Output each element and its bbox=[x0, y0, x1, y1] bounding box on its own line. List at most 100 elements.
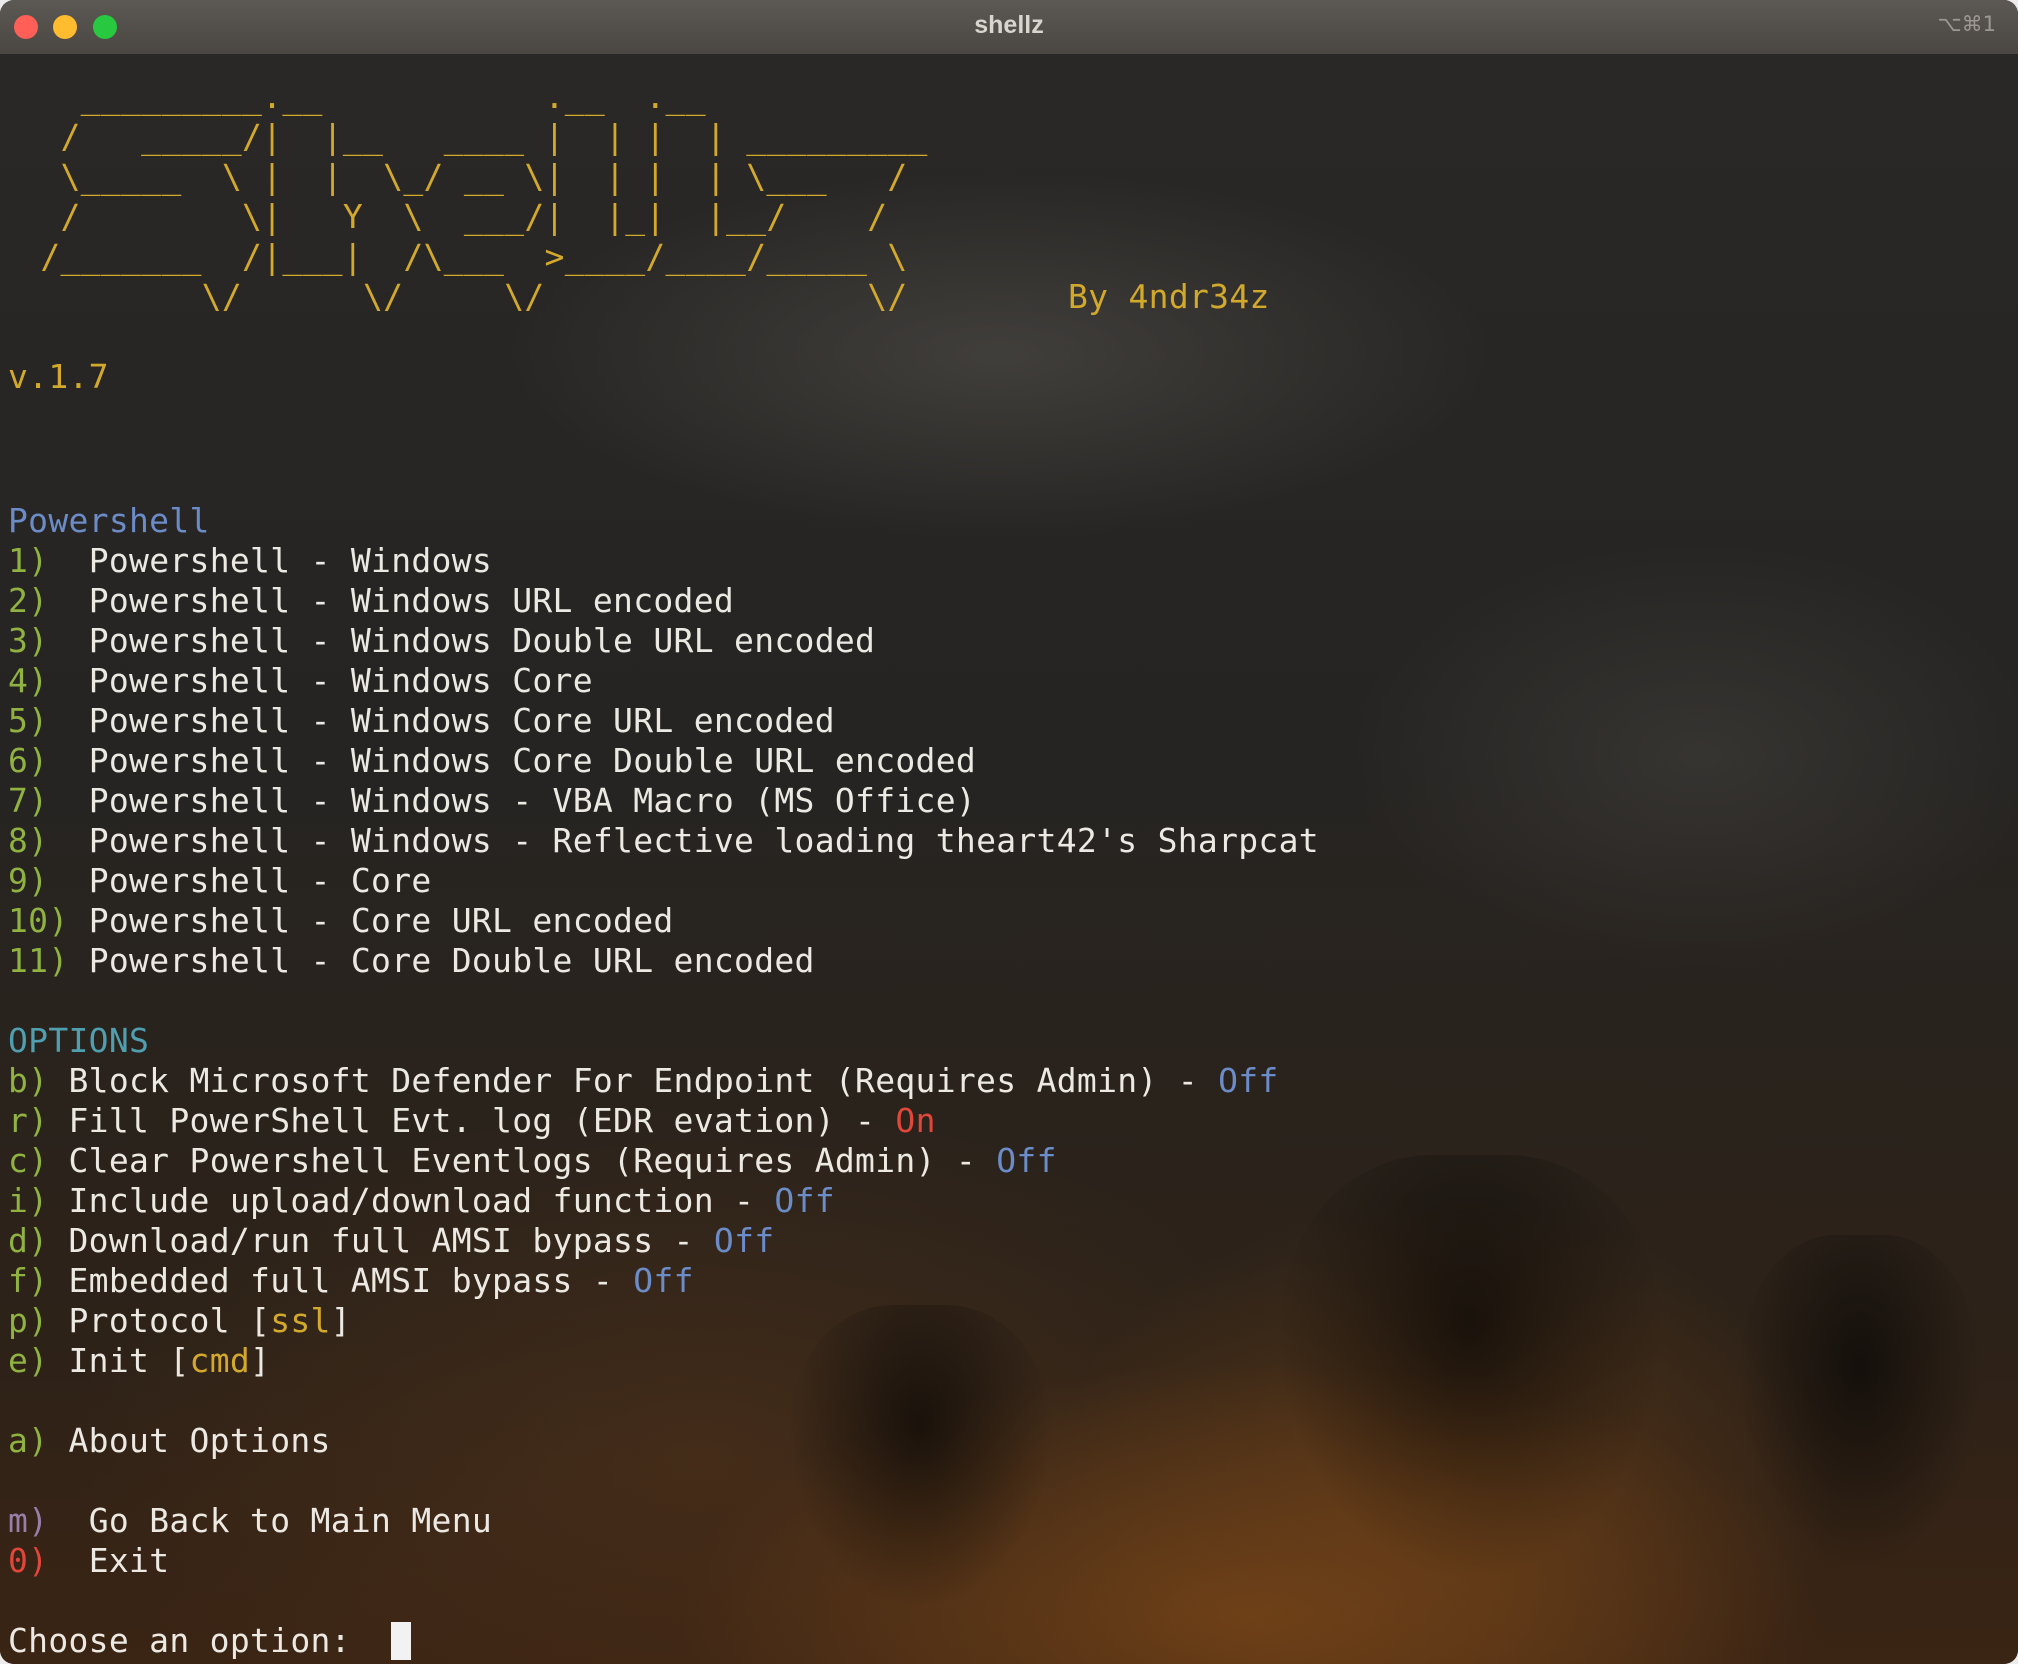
powershell-menu-item[interactable]: 4) Powershell - Windows Core bbox=[8, 661, 593, 701]
menu-label: Embedded full AMSI bypass bbox=[68, 1261, 573, 1300]
menu-label: Powershell - Windows bbox=[88, 541, 493, 580]
powershell-menu-item[interactable]: 5) Powershell - Windows Core URL encoded bbox=[8, 701, 835, 741]
toggle-state: Off bbox=[633, 1261, 694, 1300]
powershell-menu-item[interactable]: 2) Powershell - Windows URL encoded bbox=[8, 581, 734, 621]
background-ship-shape bbox=[790, 1305, 1050, 1605]
menu-label: Powershell - Windows - Reflective loadin… bbox=[88, 821, 1319, 860]
menu-label: Powershell - Windows Core bbox=[88, 661, 593, 700]
menu-label: Clear Powershell Eventlogs (Requires Adm… bbox=[68, 1141, 936, 1180]
option-toggle-item[interactable]: d) Download/run full AMSI bypass - Off bbox=[8, 1221, 774, 1261]
menu-label: Init bbox=[68, 1341, 150, 1380]
menu-label: Fill PowerShell Evt. log (EDR evation) bbox=[68, 1101, 835, 1140]
powershell-menu-item[interactable]: 10) Powershell - Core URL encoded bbox=[8, 901, 674, 941]
menu-key: e) bbox=[8, 1341, 49, 1380]
menu-spacer bbox=[48, 621, 88, 660]
menu-spacer bbox=[69, 941, 89, 980]
menu-key: 5) bbox=[8, 701, 49, 740]
menu-label: Powershell - Windows URL encoded bbox=[88, 581, 735, 620]
menu-spacer bbox=[48, 821, 88, 860]
menu-label: Go Back to Main Menu bbox=[88, 1501, 493, 1540]
text-cursor bbox=[391, 1622, 412, 1660]
powershell-menu-item[interactable]: 11) Powershell - Core Double URL encoded bbox=[8, 941, 815, 981]
menu-key: i) bbox=[8, 1181, 49, 1220]
background-ship-shape bbox=[1740, 1235, 1980, 1565]
terminal-area[interactable]: _________.__ .__ .__ / _____/| |__ ____ … bbox=[0, 55, 2018, 1664]
menu-item-exit[interactable]: 0) Exit bbox=[8, 1541, 169, 1581]
menu-item-back[interactable]: m) Go Back to Main Menu bbox=[8, 1501, 492, 1541]
option-toggle-item[interactable]: c) Clear Powershell Eventlogs (Requires … bbox=[8, 1141, 1057, 1181]
menu-key: f) bbox=[8, 1261, 49, 1300]
toggle-state: On bbox=[895, 1101, 936, 1140]
window-shortcut: ⌥⌘1 bbox=[1937, 12, 1996, 36]
menu-spacer bbox=[48, 661, 88, 700]
menu-spacer bbox=[48, 781, 88, 820]
version-label: v.1.7 bbox=[8, 357, 109, 396]
terminal-window: shellz ⌥⌘1 _________.__ .__ .__ / _____/… bbox=[0, 0, 2018, 1664]
menu-spacer bbox=[48, 701, 88, 740]
setting-value: ssl bbox=[270, 1301, 331, 1340]
menu-item-about-options[interactable]: a) About Options bbox=[8, 1421, 331, 1461]
menu-key: 3) bbox=[8, 621, 49, 660]
toggle-state: Off bbox=[1218, 1061, 1279, 1100]
toggle-state: Off bbox=[774, 1181, 835, 1220]
option-toggle-item[interactable]: f) Embedded full AMSI bypass - Off bbox=[8, 1261, 694, 1301]
option-toggle-item[interactable]: r) Fill PowerShell Evt. log (EDR evation… bbox=[8, 1101, 936, 1141]
menu-key: d) bbox=[8, 1221, 49, 1260]
powershell-menu-item[interactable]: 1) Powershell - Windows bbox=[8, 541, 492, 581]
powershell-menu-item[interactable]: 6) Powershell - Windows Core Double URL … bbox=[8, 741, 976, 781]
menu-label: Powershell - Windows Core Double URL enc… bbox=[88, 741, 977, 780]
menu-spacer bbox=[48, 741, 88, 780]
menu-label: Powershell - Core URL encoded bbox=[88, 901, 674, 940]
option-toggle-item[interactable]: i) Include upload/download function - Of… bbox=[8, 1181, 835, 1221]
ascii-banner: _________.__ .__ .__ / _____/| |__ ____ … bbox=[40, 77, 928, 316]
author-byline: By 4ndr34z bbox=[1068, 277, 1270, 316]
menu-key: 4) bbox=[8, 661, 49, 700]
menu-key: 2) bbox=[8, 581, 49, 620]
menu-label: Include upload/download function bbox=[68, 1181, 714, 1220]
menu-label: Protocol bbox=[68, 1301, 230, 1340]
menu-key: 9) bbox=[8, 861, 49, 900]
menu-label: About Options bbox=[68, 1421, 331, 1460]
menu-label: Powershell - Windows - VBA Macro (MS Off… bbox=[88, 781, 977, 820]
option-toggle-item[interactable]: b) Block Microsoft Defender For Endpoint… bbox=[8, 1061, 1279, 1101]
menu-key: 10) bbox=[8, 901, 69, 940]
powershell-menu-item[interactable]: 3) Powershell - Windows Double URL encod… bbox=[8, 621, 875, 661]
background-ship-shape bbox=[1280, 1155, 1660, 1575]
menu-key: 11) bbox=[8, 941, 69, 980]
menu-label: Powershell - Core Double URL encoded bbox=[88, 941, 815, 980]
menu-label: Block Microsoft Defender For Endpoint (R… bbox=[68, 1061, 1158, 1100]
menu-key: 1) bbox=[8, 541, 49, 580]
options-heading: OPTIONS bbox=[8, 1021, 150, 1060]
menu-spacer bbox=[48, 581, 88, 620]
powershell-menu-item[interactable]: 7) Powershell - Windows - VBA Macro (MS … bbox=[8, 781, 976, 821]
menu-key: a) bbox=[8, 1421, 49, 1460]
menu-key: 0) bbox=[8, 1541, 49, 1580]
menu-key: r) bbox=[8, 1101, 49, 1140]
menu-key: c) bbox=[8, 1141, 49, 1180]
prompt-text: Choose an option: bbox=[8, 1621, 372, 1660]
menu-key: 6) bbox=[8, 741, 49, 780]
menu-label: Powershell - Windows Double URL encoded bbox=[88, 621, 876, 660]
menu-key: 7) bbox=[8, 781, 49, 820]
option-setting-item[interactable]: e) Init [cmd] bbox=[8, 1341, 270, 1381]
option-setting-item[interactable]: p) Protocol [ssl] bbox=[8, 1301, 351, 1341]
menu-spacer bbox=[48, 541, 88, 580]
powershell-menu-item[interactable]: 8) Powershell - Windows - Reflective loa… bbox=[8, 821, 1319, 861]
menu-key: b) bbox=[8, 1061, 49, 1100]
powershell-heading: Powershell bbox=[8, 501, 210, 540]
menu-label: Download/run full AMSI bypass bbox=[68, 1221, 654, 1260]
menu-spacer bbox=[48, 861, 88, 900]
menu-label: Powershell - Core bbox=[88, 861, 432, 900]
input-prompt[interactable]: Choose an option: bbox=[8, 1621, 412, 1661]
toggle-state: Off bbox=[713, 1221, 775, 1260]
menu-key: 8) bbox=[8, 821, 49, 860]
powershell-menu-item[interactable]: 9) Powershell - Core bbox=[8, 861, 432, 901]
menu-key: p) bbox=[8, 1301, 49, 1340]
menu-spacer bbox=[69, 901, 89, 940]
menu-key: m) bbox=[8, 1501, 49, 1540]
window-title: shellz bbox=[974, 11, 1044, 39]
title-bar[interactable]: shellz ⌥⌘1 bbox=[0, 0, 2018, 55]
menu-label: Powershell - Windows Core URL encoded bbox=[88, 701, 835, 740]
toggle-state: Off bbox=[996, 1141, 1057, 1180]
setting-value: cmd bbox=[189, 1341, 251, 1380]
